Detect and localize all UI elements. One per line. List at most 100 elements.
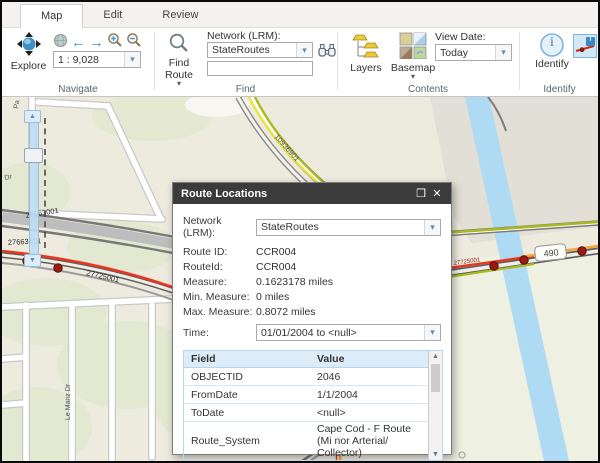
cell-field: FromDate [191,388,238,401]
network-lrm-value: StateRoutes [212,44,270,56]
find-route-button[interactable]: Find Route ▾ [157,32,201,88]
cell-value: <null> [317,406,346,419]
routeid-label: RouteId: [183,260,223,273]
time-combo[interactable]: 01/01/2004 to <null> ▾ [256,324,441,341]
chevron-down-icon[interactable]: ▾ [124,52,140,67]
header-value: Value [317,353,345,365]
time-label: Time: [183,326,209,339]
cell-field: Route_System [191,435,260,447]
group-label-find: Find [235,84,256,95]
chevron-down-icon[interactable]: ▾ [495,45,511,60]
zoom-in-icon[interactable] [107,32,123,53]
field-row: Min. Measure: 0 miles [183,289,441,304]
ribbon: Explore ← → 1 : 9,028 ▾ Navigate Find Ro… [2,28,598,97]
zoom-out-icon[interactable] [126,32,142,53]
full-extent-icon[interactable] [53,33,68,53]
measure-value: 0.1623178 miles [256,275,334,288]
map-scale-combo[interactable]: 1 : 9,028 ▾ [53,51,141,68]
chevron-down-icon: ▾ [410,72,415,81]
table-row[interactable]: OBJECTID 2046 [184,368,428,386]
identify-i-glyph: i [550,35,554,50]
chevron-down-icon[interactable]: ▾ [424,325,440,340]
explore-button[interactable]: Explore [6,31,51,72]
next-extent-icon[interactable]: → [89,34,104,51]
cell-value: 2046 [317,370,341,383]
cell-value: 1/1/2004 [317,388,358,401]
chevron-down-icon[interactable]: ▾ [424,219,440,235]
attribute-table-header: Field Value [184,351,428,368]
dialog-title: Route Locations [181,187,268,200]
tab-map[interactable]: Map [20,4,84,28]
group-separator [519,32,520,90]
view-date-combo[interactable]: Today ▾ [435,44,512,61]
tab-edit[interactable]: Edit [83,4,142,27]
maximize-icon[interactable]: ❒ [413,187,429,200]
identify-route-locations-tool[interactable]: i [573,34,597,58]
max-measure-value: 0.8072 miles [256,305,316,318]
field-row: Max. Measure: 0.8072 miles [183,304,441,319]
view-date-value: Today [440,46,469,59]
min-measure-value: 0 miles [256,290,290,303]
tab-review[interactable]: Review [142,4,218,27]
view-date-label: View Date: [435,31,486,43]
table-row[interactable]: Route_System Cape Cod - F Route (Mi nor … [184,422,428,460]
zoom-slider-ticks [44,118,46,248]
map-scale-value: 1 : 9,028 [58,53,99,66]
table-row[interactable]: ToDate <null> [184,404,428,422]
group-separator [337,32,338,90]
network-combo[interactable]: StateRoutes ▾ [256,218,441,236]
scroll-up-icon[interactable]: ▲ [432,351,439,362]
cell-field: ToDate [191,406,225,419]
route-id-value: CCR004 [256,245,297,258]
group-label-contents: Contents [407,84,449,95]
route-vertex[interactable] [519,255,529,265]
scroll-thumb[interactable] [431,364,440,392]
route-vertex[interactable] [489,261,499,271]
identify-label: Identify [535,58,569,70]
find-route-label-1: Find [168,57,190,69]
layers-label: Layers [350,62,382,74]
zoom-slider-thumb[interactable] [24,148,43,163]
network-lrm-combo[interactable]: StateRoutes ▾ [207,42,313,58]
route-shield: 490 [534,243,567,262]
explore-icon [16,31,42,60]
zoom-slider-track[interactable] [29,116,39,268]
basemap-button[interactable]: Basemap ▾ [389,32,437,81]
cell-field: OBJECTID [191,370,243,383]
binoculars-icon[interactable] [318,42,336,63]
network-lrm-label: Network (LRM): [207,30,281,42]
shield-label: 490 [543,247,559,259]
field-row: Route ID: CCR004 [183,244,441,259]
group-label-identify: Identify [543,84,576,95]
header-field: Field [191,353,216,365]
table-scrollbar[interactable]: ▲ ▼ [428,351,442,460]
dialog-title-bar[interactable]: Route Locations ❒ ✕ [173,183,451,204]
table-row[interactable]: FromDate 1/1/2004 [184,386,428,404]
attribute-table-columns: Field Value OBJECTID 2046 FromDate 1/1/2… [184,351,428,460]
field-row: RouteId: CCR004 [183,259,441,274]
identify-button[interactable]: i Identify [530,32,574,70]
cell-value: Cape Cod - F Route (Mi nor Arterial/ Col… [317,423,411,459]
attribute-table: Field Value OBJECTID 2046 FromDate 1/1/2… [183,350,443,461]
chevron-down-icon[interactable]: ▾ [296,43,312,57]
explore-label: Explore [10,60,47,72]
time-row: Time: 01/01/2004 to <null> ▾ [183,324,441,341]
route-vertex[interactable] [577,246,587,256]
ribbon-tab-bar: Map Edit Review [2,2,598,28]
network-value: StateRoutes [261,221,319,233]
tool-i-glyph: i [589,36,592,43]
measure-label: Measure: [183,275,227,288]
layers-icon [351,32,381,62]
zoom-slider-up-button[interactable]: ▲ [24,110,41,123]
street-label-le-manz-dr: Le Manz Dr [65,383,72,420]
field-row: Measure: 0.1623178 miles [183,274,441,289]
previous-extent-icon[interactable]: ← [71,34,86,51]
layers-button[interactable]: Layers [345,32,387,74]
route-value-input[interactable] [207,61,313,76]
scroll-down-icon[interactable]: ▼ [432,449,439,460]
network-row: Network (LRM): StateRoutes ▾ [183,215,441,239]
route-vertex[interactable] [53,263,63,273]
zoom-slider-down-button[interactable]: ▼ [24,254,41,267]
identify-icon: i [539,32,565,58]
close-icon[interactable]: ✕ [429,187,445,200]
